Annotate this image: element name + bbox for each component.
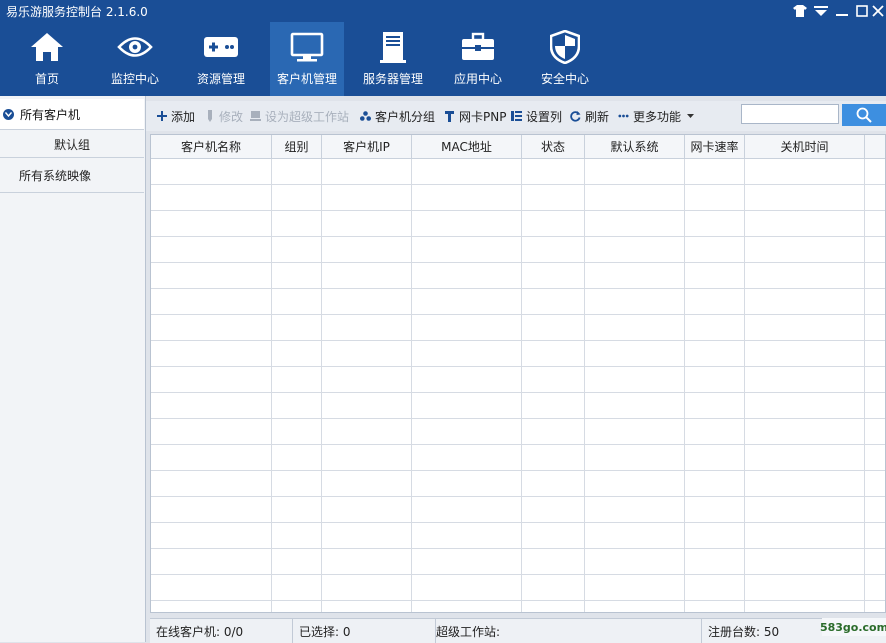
nav-resources[interactable]: 资源管理: [185, 22, 257, 96]
nic-icon: [444, 110, 455, 122]
monitor-icon: [289, 30, 325, 64]
nav-home-label: 首页: [34, 72, 59, 86]
column-header-status[interactable]: 状态: [522, 135, 585, 159]
more-functions-label: 更多功能: [633, 109, 682, 124]
nav-security-label: 安全中心: [540, 72, 589, 86]
table-row[interactable]: [151, 523, 885, 549]
nav-apps-label: 应用中心: [453, 72, 502, 86]
table-row[interactable]: [151, 211, 885, 237]
app-title: 易乐游服务控制台 2.1.6.0: [6, 5, 148, 19]
edit-button[interactable]: 修改: [204, 106, 243, 126]
client-table: 客户机名称 组别 客户机IP MAC地址 状态 默认系统 网卡速率 关机时间: [150, 134, 886, 613]
tree-item-all-clients-label: 所有客户机: [20, 107, 81, 122]
search-input[interactable]: [741, 104, 839, 124]
search-icon: [856, 107, 872, 123]
title-bar: 易乐游服务控制台 2.1.6.0: [0, 0, 886, 22]
add-button-label: 添加: [171, 109, 196, 124]
table-row[interactable]: [151, 315, 885, 341]
server-icon: [375, 30, 411, 64]
nic-pnp-button[interactable]: 网卡PNP: [444, 106, 506, 126]
watermark-text: 583go.com: [820, 618, 886, 636]
add-button[interactable]: 添加: [156, 106, 195, 126]
close-icon[interactable]: [868, 1, 886, 21]
nav-monitor-label: 监控中心: [110, 72, 159, 86]
set-super-workstation-label: 设为超级工作站: [265, 109, 350, 124]
table-row[interactable]: [151, 497, 885, 523]
nav-monitor[interactable]: 监控中心: [100, 22, 170, 96]
status-bar: 在线客户机: 0/0 已选择: 0 超级工作站: 注册台数: 50: [150, 618, 886, 643]
menu-dropdown-icon[interactable]: [811, 1, 831, 21]
search-button[interactable]: [842, 104, 886, 126]
status-super-workstation: 超级工作站:: [430, 619, 702, 643]
table-row[interactable]: [151, 549, 885, 575]
table-row[interactable]: [151, 263, 885, 289]
nic-pnp-label: 网卡PNP: [459, 109, 507, 124]
workstation-icon: [250, 110, 261, 122]
toolbox-icon: [460, 30, 496, 64]
gamepad-icon: [203, 30, 239, 64]
nav-security[interactable]: 安全中心: [530, 22, 600, 96]
more-functions-button[interactable]: 更多功能: [618, 106, 695, 126]
set-columns-label: 设置列: [526, 109, 563, 124]
table-row[interactable]: [151, 445, 885, 471]
nav-clients[interactable]: 客户机管理: [270, 22, 344, 96]
plus-icon: [156, 110, 167, 122]
app-window: 易乐游服务控制台 2.1.6.0 首页 监控中心 资源管理 客户机管理 服务器管…: [0, 0, 886, 643]
column-header-group[interactable]: 组别: [272, 135, 322, 159]
nav-apps[interactable]: 应用中心: [444, 22, 512, 96]
tree-item-all-images-label: 所有系统映像: [19, 168, 92, 183]
table-row[interactable]: [151, 575, 885, 601]
column-header-mac[interactable]: MAC地址: [412, 135, 522, 159]
status-selected: 已选择: 0: [293, 619, 436, 643]
column-header-default-os[interactable]: 默认系统: [585, 135, 685, 159]
group-icon: [360, 110, 371, 122]
tree-item-all-clients[interactable]: 所有客户机: [0, 99, 144, 130]
column-header-client-name[interactable]: 客户机名称: [151, 135, 272, 159]
edit-button-label: 修改: [219, 109, 244, 124]
table-row[interactable]: [151, 341, 885, 367]
nav-clients-label: 客户机管理: [276, 72, 337, 86]
home-icon: [29, 30, 65, 64]
client-group-button[interactable]: 客户机分组: [360, 106, 435, 126]
column-header-shutdown-time[interactable]: 关机时间: [745, 135, 865, 159]
table-row[interactable]: [151, 471, 885, 497]
tree-item-default-group-label: 默认组: [53, 138, 90, 152]
dropdown-arrow-icon: [687, 114, 695, 118]
table-row[interactable]: [151, 419, 885, 445]
table-row[interactable]: [151, 159, 885, 185]
status-online-clients: 在线客户机: 0/0: [150, 619, 293, 643]
table-row[interactable]: [151, 367, 885, 393]
column-header-nic-speed[interactable]: 网卡速率: [685, 135, 745, 159]
top-banner: 易乐游服务控制台 2.1.6.0 首页 监控中心 资源管理 客户机管理 服务器管…: [0, 0, 886, 96]
refresh-button[interactable]: 刷新: [570, 106, 609, 126]
tree-item-all-images[interactable]: 所有系统映像: [0, 158, 144, 193]
client-group-label: 客户机分组: [375, 109, 436, 124]
nav-servers-label: 服务器管理: [362, 72, 423, 86]
more-dots-icon: [618, 110, 629, 122]
pencil-icon: [204, 110, 215, 122]
table-row[interactable]: [151, 393, 885, 419]
tree-item-default-group[interactable]: 默认组: [0, 132, 144, 158]
client-tree: 所有客户机 默认组 所有系统映像: [0, 96, 146, 642]
nav-home[interactable]: 首页: [13, 22, 81, 96]
main-nav: 首页 监控中心 资源管理 客户机管理 服务器管理 应用中心 安全中心: [0, 22, 886, 96]
shield-icon: [547, 30, 583, 64]
refresh-label: 刷新: [585, 109, 610, 124]
refresh-icon: [570, 110, 581, 122]
columns-icon: [511, 110, 522, 122]
nav-resources-label: 资源管理: [196, 72, 245, 86]
eye-icon: [117, 30, 153, 64]
set-columns-button[interactable]: 设置列: [511, 106, 562, 126]
nav-servers[interactable]: 服务器管理: [357, 22, 429, 96]
table-row[interactable]: [151, 237, 885, 263]
column-header-filler: [865, 135, 885, 159]
chevron-down-icon[interactable]: [3, 108, 14, 120]
table-row[interactable]: [151, 185, 885, 211]
set-super-workstation-button[interactable]: 设为超级工作站: [250, 106, 349, 126]
column-header-client-ip[interactable]: 客户机IP: [322, 135, 412, 159]
minimize-icon[interactable]: [832, 1, 852, 21]
table-row[interactable]: [151, 289, 885, 315]
skin-icon[interactable]: [790, 1, 810, 21]
